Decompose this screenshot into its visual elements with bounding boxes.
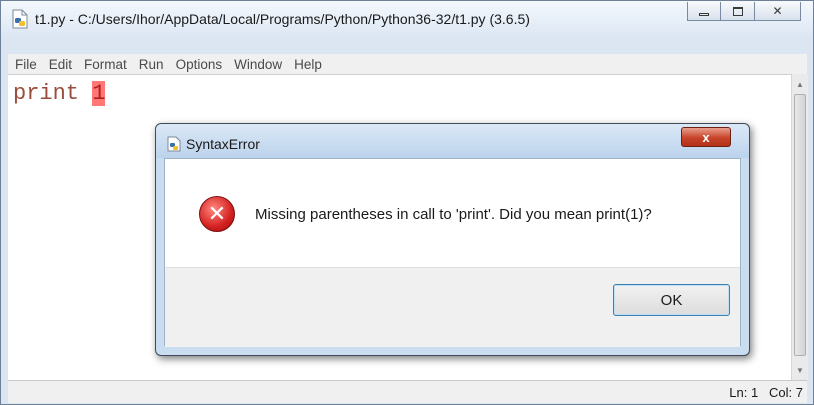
- python-feather-icon: [167, 136, 181, 152]
- menu-file[interactable]: File: [8, 57, 42, 72]
- menu-options[interactable]: Options: [169, 57, 228, 72]
- python-file-icon: [12, 9, 28, 29]
- error-icon: ✕: [199, 196, 235, 232]
- error-message: Missing parentheses in call to 'print'. …: [255, 206, 652, 223]
- menu-help[interactable]: Help: [287, 57, 327, 72]
- dialog-title: SyntaxError: [186, 136, 260, 152]
- menu-window[interactable]: Window: [227, 57, 287, 72]
- window-titlebar[interactable]: t1.py - C:/Users/Ihor/AppData/Local/Prog…: [1, 1, 813, 37]
- window-title: t1.py - C:/Users/Ihor/AppData/Local/Prog…: [35, 11, 530, 27]
- menu-run[interactable]: Run: [132, 57, 169, 72]
- vertical-scrollbar[interactable]: ▲ ▼: [791, 74, 808, 380]
- minimize-button[interactable]: [687, 2, 721, 21]
- menubar: File Edit Format Run Options Window Help: [8, 54, 807, 74]
- dialog-body: ✕ Missing parentheses in call to 'print'…: [164, 158, 741, 347]
- minimize-icon: [699, 12, 709, 16]
- window-close-button[interactable]: ✕: [755, 2, 801, 21]
- close-icon: x: [702, 129, 710, 145]
- code-line: print 1: [13, 81, 106, 106]
- syntax-error-dialog: SyntaxError x ✕ Missing parentheses in c…: [155, 123, 750, 356]
- ok-button[interactable]: OK: [613, 284, 730, 316]
- menu-edit[interactable]: Edit: [42, 57, 77, 72]
- dialog-footer: OK: [165, 267, 740, 347]
- status-bar: Ln: 1 Col: 7: [8, 380, 807, 403]
- scroll-thumb[interactable]: [794, 94, 806, 356]
- window-controls: ✕: [687, 2, 801, 22]
- scroll-down-icon[interactable]: ▼: [792, 362, 808, 378]
- cursor-position: Ln: 1 Col: 7: [729, 385, 803, 400]
- error-highlight: 1: [92, 81, 106, 106]
- scroll-up-icon[interactable]: ▲: [792, 76, 808, 92]
- maximize-icon: [732, 6, 743, 16]
- dialog-titlebar[interactable]: SyntaxError x: [156, 124, 749, 158]
- code-keyword: print: [13, 81, 80, 106]
- dialog-close-button[interactable]: x: [681, 127, 731, 147]
- menu-format[interactable]: Format: [77, 57, 132, 72]
- close-icon: ✕: [772, 4, 783, 18]
- maximize-button[interactable]: [721, 2, 755, 21]
